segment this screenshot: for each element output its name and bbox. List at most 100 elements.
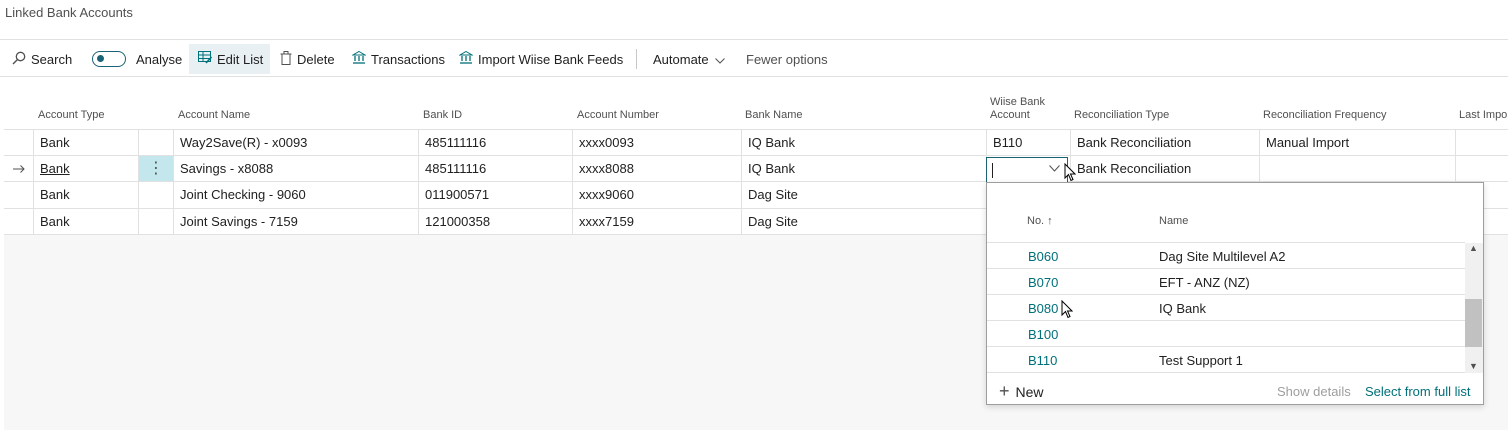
delete-button[interactable]: Delete	[280, 44, 335, 74]
cell-last-import[interactable]	[1455, 155, 1508, 181]
bank-import-icon	[458, 50, 474, 67]
show-details-link[interactable]: Show details	[1277, 384, 1351, 399]
fewer-options-button[interactable]: Fewer options	[746, 44, 828, 74]
new-label: New	[1015, 383, 1044, 400]
cell-account-number[interactable]: xxxx8088	[572, 155, 741, 181]
toggle-switch[interactable]	[92, 51, 126, 67]
transactions-label: Transactions	[371, 51, 445, 67]
grid-header: Account Type Account Name Bank ID Accoun…	[0, 92, 1508, 130]
search-button[interactable]: Search	[12, 44, 72, 74]
account-type-link[interactable]: Bank	[40, 161, 70, 176]
cell-bank-id[interactable]: 121000358	[418, 208, 572, 234]
lookup-col-name[interactable]: Name	[1159, 215, 1188, 227]
lookup-no[interactable]: B100	[1028, 327, 1058, 342]
lookup-row[interactable]: B080 IQ Bank	[987, 295, 1465, 321]
automate-menu[interactable]: Automate	[653, 44, 725, 74]
col-reconciliation-type[interactable]: Reconciliation Type	[1074, 109, 1169, 122]
scroll-down-icon[interactable]: ▼	[1469, 361, 1478, 371]
cell-reconciliation-type[interactable]: Bank Reconciliation	[1070, 130, 1259, 155]
lookup-name: Dag Site Multilevel A2	[1159, 249, 1286, 264]
edit-list-label: Edit List	[217, 51, 264, 67]
toolbar-divider	[0, 76, 1508, 77]
action-bar: Search Analyse Edit List Delete Transact…	[0, 44, 1508, 74]
title-divider	[0, 39, 1508, 40]
chevron-down-icon	[714, 52, 725, 67]
row-indicator	[4, 209, 33, 235]
cell-account-name[interactable]: Joint Savings - 7159	[173, 208, 418, 234]
automate-label: Automate	[653, 51, 709, 67]
lookup-row[interactable]: B110 Test Support 1	[987, 347, 1465, 373]
cell-account-number[interactable]: xxxx0093	[572, 130, 741, 155]
edit-list-icon	[198, 51, 213, 67]
cell-account-name[interactable]: Savings - x8088	[173, 155, 418, 181]
col-account-type[interactable]: Account Type	[38, 109, 104, 122]
row-indicator	[4, 130, 33, 155]
lookup-scrollbar[interactable]: ▲ ▼	[1465, 243, 1483, 373]
delete-label: Delete	[297, 51, 335, 67]
cell-bank-name[interactable]: IQ Bank	[741, 130, 987, 155]
table-row-selected[interactable]: Bank ⋮ Savings - x8088 485111116 xxxx808…	[4, 155, 1508, 182]
new-button[interactable]: + New	[999, 381, 1044, 402]
row-menu-button[interactable]: ⋮	[138, 155, 173, 181]
cell-account-type[interactable]: Bank	[33, 208, 138, 234]
col-account-name[interactable]: Account Name	[178, 109, 250, 122]
cell-account-type[interactable]: Bank	[33, 130, 138, 155]
cell-bank-name[interactable]: Dag Site	[741, 208, 987, 234]
cell-account-number[interactable]: xxxx9060	[572, 182, 741, 208]
text-caret	[992, 163, 993, 178]
scroll-thumb[interactable]	[1465, 299, 1482, 347]
search-label: Search	[31, 51, 73, 67]
lookup-col-no[interactable]: No. ↑	[1027, 215, 1053, 227]
cell-bank-id[interactable]: 011900571	[418, 182, 572, 208]
scroll-up-icon[interactable]: ▲	[1469, 243, 1478, 253]
row-indicator	[4, 182, 33, 208]
cell-account-type[interactable]: Bank	[33, 182, 138, 208]
select-from-full-list-link[interactable]: Select from full list	[1365, 384, 1470, 399]
cell-wiise-bank-account[interactable]: B110	[986, 130, 1070, 155]
cell-reconciliation-frequency[interactable]: Manual Import	[1259, 130, 1455, 155]
cell-last-import[interactable]	[1455, 130, 1508, 155]
lookup-row[interactable]: B100	[987, 321, 1465, 347]
lookup-no[interactable]: B110	[1028, 353, 1057, 368]
cell-account-name[interactable]: Way2Save(R) - x0093	[173, 130, 418, 155]
bank-icon	[351, 50, 367, 67]
analyse-toggle[interactable]: Analyse	[92, 44, 182, 74]
row-menu-cell	[138, 130, 173, 155]
lookup-dropdown: No. ↑ Name B060 Dag Site Multilevel A2 B…	[986, 182, 1484, 405]
lookup-no[interactable]: B080	[1028, 301, 1058, 316]
cell-account-name[interactable]: Joint Checking - 9060	[173, 182, 418, 208]
cell-bank-id[interactable]: 485111116	[418, 155, 572, 181]
wiise-bank-account-input[interactable]	[986, 157, 1068, 183]
col-reconciliation-frequency[interactable]: Reconciliation Frequency	[1263, 109, 1387, 122]
cell-reconciliation-type[interactable]: Bank Reconciliation	[1070, 155, 1259, 181]
cell-bank-name[interactable]: IQ Bank	[741, 155, 987, 181]
lookup-row[interactable]: B070 EFT - ANZ (NZ)	[987, 269, 1465, 295]
chevron-down-icon[interactable]	[1049, 161, 1060, 175]
import-label: Import Wiise Bank Feeds	[478, 51, 624, 67]
row-indicator	[4, 156, 33, 182]
col-account-number[interactable]: Account Number	[577, 109, 659, 122]
cell-account-type[interactable]: Bank	[33, 155, 138, 181]
toolbar-separator	[636, 49, 637, 69]
cell-bank-name[interactable]: Dag Site	[741, 182, 987, 208]
transactions-button[interactable]: Transactions	[351, 44, 445, 74]
lookup-no[interactable]: B060	[1028, 249, 1058, 264]
lookup-no[interactable]: B070	[1028, 275, 1058, 290]
col-bank-id[interactable]: Bank ID	[423, 109, 462, 122]
col-last-import[interactable]: Last Impo	[1459, 109, 1507, 122]
plus-icon: +	[999, 381, 1010, 401]
more-vertical-icon: ⋮	[148, 160, 164, 178]
col-bank-name[interactable]: Bank Name	[745, 109, 802, 122]
cell-bank-id[interactable]: 485111116	[418, 130, 572, 155]
lookup-row[interactable]: B060 Dag Site Multilevel A2	[987, 243, 1465, 269]
cell-reconciliation-frequency[interactable]	[1259, 155, 1455, 181]
edit-list-button[interactable]: Edit List	[189, 44, 270, 74]
arrow-right-icon	[12, 161, 25, 176]
row-menu-cell	[138, 182, 173, 208]
analyse-label: Analyse	[136, 51, 183, 67]
cell-account-number[interactable]: xxxx7159	[572, 208, 741, 234]
table-row[interactable]: Bank Way2Save(R) - x0093 485111116 xxxx0…	[4, 129, 1508, 156]
col-wiise-bank-account[interactable]: Wiise Bank Account	[990, 96, 1060, 122]
import-bank-feeds-button[interactable]: Import Wiise Bank Feeds	[458, 44, 624, 74]
page-title: Linked Bank Accounts	[5, 5, 133, 20]
